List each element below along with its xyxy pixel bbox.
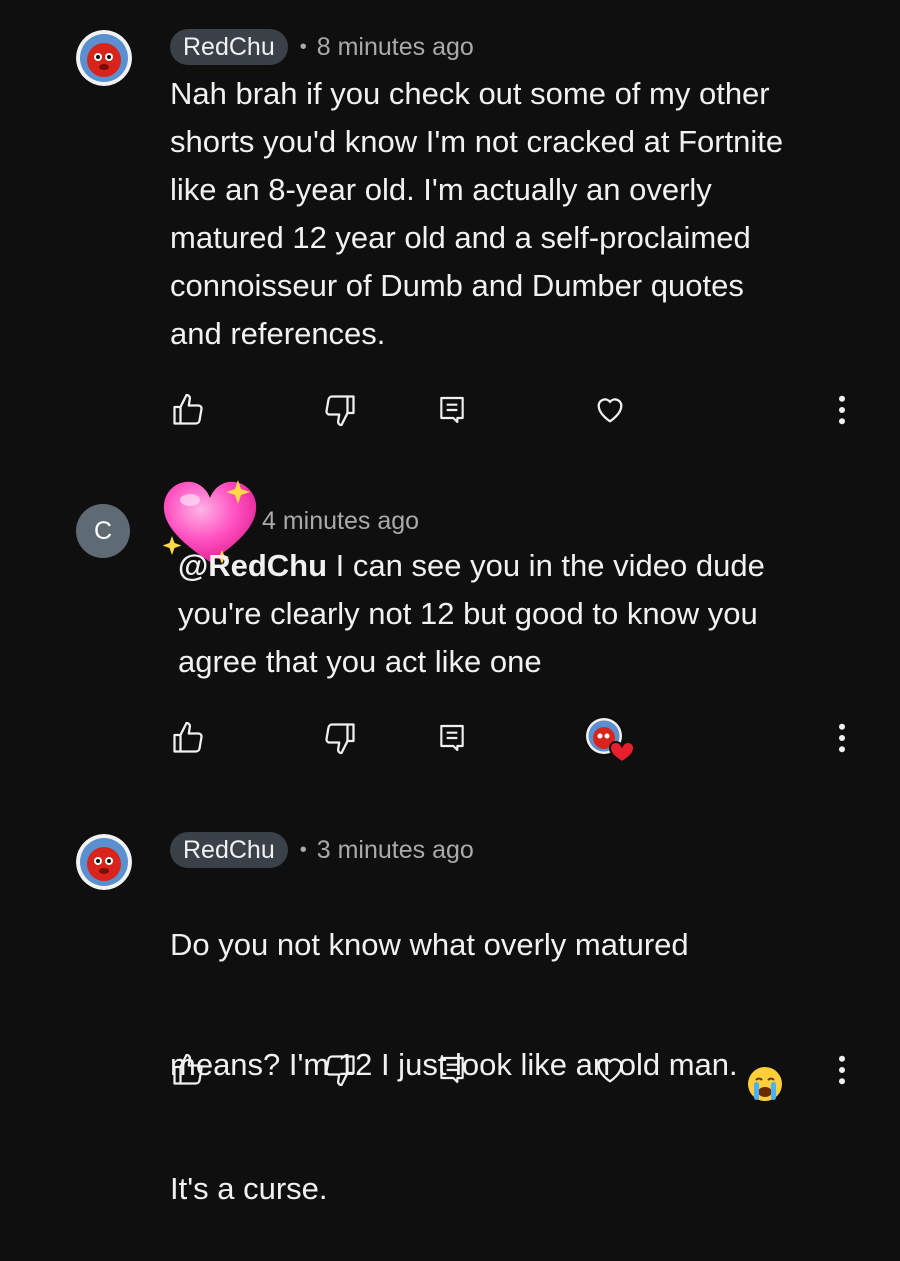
heart-icon <box>597 398 623 423</box>
comment-text: @RedChu I can see you in the video dude … <box>178 542 868 686</box>
author-name-chip[interactable]: RedChu <box>170 832 288 868</box>
reply-button[interactable] <box>430 1048 474 1092</box>
comment-line: It's a curse. <box>170 1171 328 1206</box>
more-options-button[interactable] <box>820 716 864 760</box>
heart-icon <box>597 1058 623 1083</box>
comment-actions <box>0 388 900 432</box>
reply-button[interactable] <box>430 716 474 760</box>
comment-timestamp: 8 minutes ago <box>316 32 474 61</box>
thumbs-down-icon <box>325 395 355 427</box>
more-vertical-icon <box>839 723 845 753</box>
comment-actions <box>0 1048 900 1092</box>
creator-heart-button[interactable] <box>588 388 632 432</box>
dislike-button[interactable] <box>318 716 362 760</box>
author-name-chip[interactable]: RedChu <box>170 29 288 65</box>
like-button[interactable] <box>166 388 210 432</box>
like-button[interactable] <box>166 716 210 760</box>
like-button[interactable] <box>166 1048 210 1092</box>
dislike-button[interactable] <box>318 1048 362 1092</box>
reply-icon <box>440 724 464 752</box>
comment-actions <box>0 716 900 764</box>
comment-timestamp: 4 minutes ago <box>262 506 420 535</box>
thumbs-down-icon <box>325 723 355 755</box>
dislike-button[interactable] <box>318 388 362 432</box>
creator-hearted-badge[interactable] <box>584 716 638 766</box>
author-avatar[interactable] <box>76 834 132 890</box>
author-avatar[interactable] <box>76 30 132 86</box>
creator-heart-button[interactable] <box>588 1048 632 1092</box>
thumbs-up-icon <box>173 721 203 753</box>
more-vertical-icon <box>839 395 845 425</box>
commenter-avatar[interactable]: C <box>76 504 130 558</box>
comment-meta: 4 minutes ago <box>262 502 419 540</box>
comment-line: Do you not know what overly matured <box>170 927 689 962</box>
comment-text: Nah brah if you check out some of my oth… <box>170 76 784 351</box>
separator-dot: • <box>299 838 307 861</box>
reply-button[interactable] <box>430 388 474 432</box>
comment-meta: RedChu • 8 minutes ago <box>170 28 474 66</box>
thumbs-down-icon <box>325 1055 355 1087</box>
more-options-button[interactable] <box>820 1048 864 1092</box>
comment-timestamp: 3 minutes ago <box>316 835 474 864</box>
more-vertical-icon <box>839 1055 845 1085</box>
separator-dot: • <box>299 35 307 58</box>
mention-link[interactable]: @RedChu <box>178 548 327 583</box>
reply-icon <box>440 1056 464 1084</box>
more-options-button[interactable] <box>820 388 864 432</box>
comment-meta: RedChu • 3 minutes ago <box>170 831 474 869</box>
thumbs-up-icon <box>173 393 203 425</box>
creator-heart-avatar-icon <box>586 718 636 764</box>
reply-icon <box>440 396 464 424</box>
thumbs-up-icon <box>173 1053 203 1085</box>
